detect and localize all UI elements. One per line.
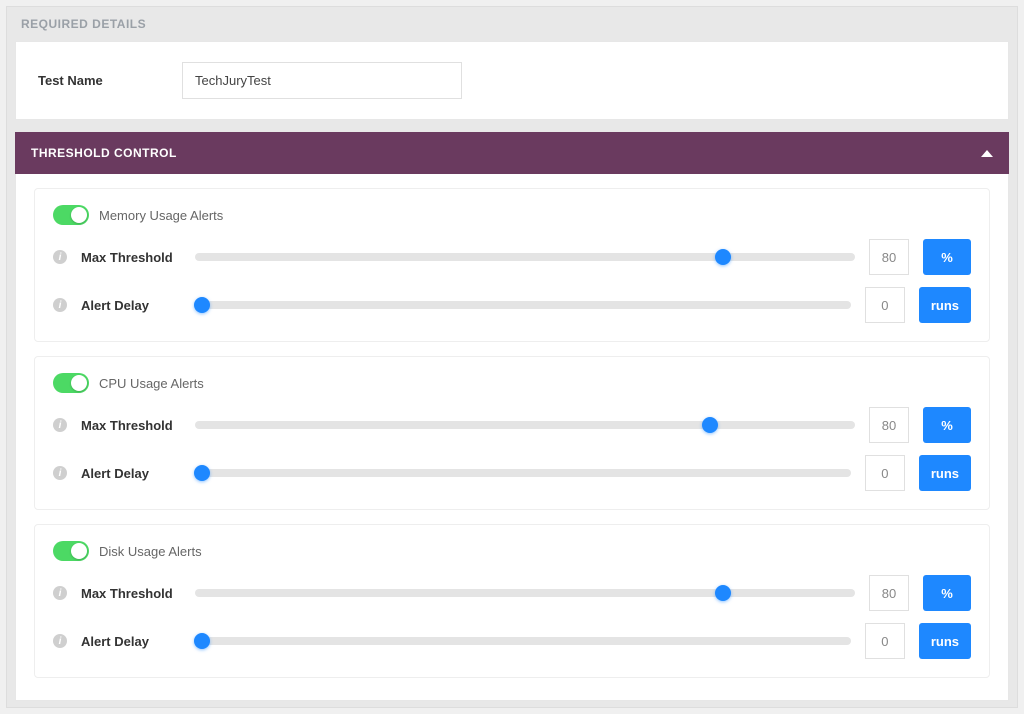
cpu-alerts-toggle[interactable] [53,373,89,393]
info-icon[interactable]: i [53,466,67,480]
memory-alert-delay-value[interactable]: 0 [865,287,905,323]
max-threshold-label: Max Threshold [81,586,181,601]
cpu-max-threshold-slider[interactable] [195,415,855,435]
alert-delay-label: Alert Delay [81,634,181,649]
disk-usage-alerts-card: Disk Usage Alerts i Max Threshold 80 % i… [34,524,990,678]
required-details-header: REQUIRED DETAILS [15,13,1009,41]
memory-alerts-toggle[interactable] [53,205,89,225]
runs-unit: runs [919,287,971,323]
alert-delay-label: Alert Delay [81,298,181,313]
disk-alerts-label: Disk Usage Alerts [99,544,202,559]
threshold-control-title: THRESHOLD CONTROL [31,146,177,160]
max-threshold-label: Max Threshold [81,250,181,265]
alert-delay-label: Alert Delay [81,466,181,481]
disk-alerts-toggle[interactable] [53,541,89,561]
memory-alert-delay-slider[interactable] [195,295,851,315]
disk-alert-delay-value[interactable]: 0 [865,623,905,659]
test-name-label: Test Name [38,73,142,88]
cpu-alert-delay-slider[interactable] [195,463,851,483]
disk-max-threshold-slider[interactable] [195,583,855,603]
percent-unit: % [923,239,971,275]
percent-unit: % [923,407,971,443]
disk-max-threshold-value[interactable]: 80 [869,575,909,611]
cpu-alert-delay-value[interactable]: 0 [865,455,905,491]
threshold-control-body: Memory Usage Alerts i Max Threshold 80 %… [15,174,1009,701]
memory-usage-alerts-card: Memory Usage Alerts i Max Threshold 80 %… [34,188,990,342]
info-icon[interactable]: i [53,250,67,264]
info-icon[interactable]: i [53,634,67,648]
cpu-usage-alerts-card: CPU Usage Alerts i Max Threshold 80 % i … [34,356,990,510]
info-icon[interactable]: i [53,586,67,600]
info-icon[interactable]: i [53,298,67,312]
test-name-row: Test Name [38,62,986,99]
memory-max-threshold-slider[interactable] [195,247,855,267]
test-name-input[interactable] [182,62,462,99]
memory-max-threshold-value[interactable]: 80 [869,239,909,275]
required-details-panel: Test Name [15,41,1009,120]
memory-alerts-label: Memory Usage Alerts [99,208,223,223]
runs-unit: runs [919,455,971,491]
threshold-control-header[interactable]: THRESHOLD CONTROL [15,132,1009,174]
chevron-up-icon [981,150,993,157]
info-icon[interactable]: i [53,418,67,432]
cpu-alerts-label: CPU Usage Alerts [99,376,204,391]
cpu-max-threshold-value[interactable]: 80 [869,407,909,443]
runs-unit: runs [919,623,971,659]
percent-unit: % [923,575,971,611]
disk-alert-delay-slider[interactable] [195,631,851,651]
page-container: REQUIRED DETAILS Test Name THRESHOLD CON… [6,6,1018,708]
max-threshold-label: Max Threshold [81,418,181,433]
